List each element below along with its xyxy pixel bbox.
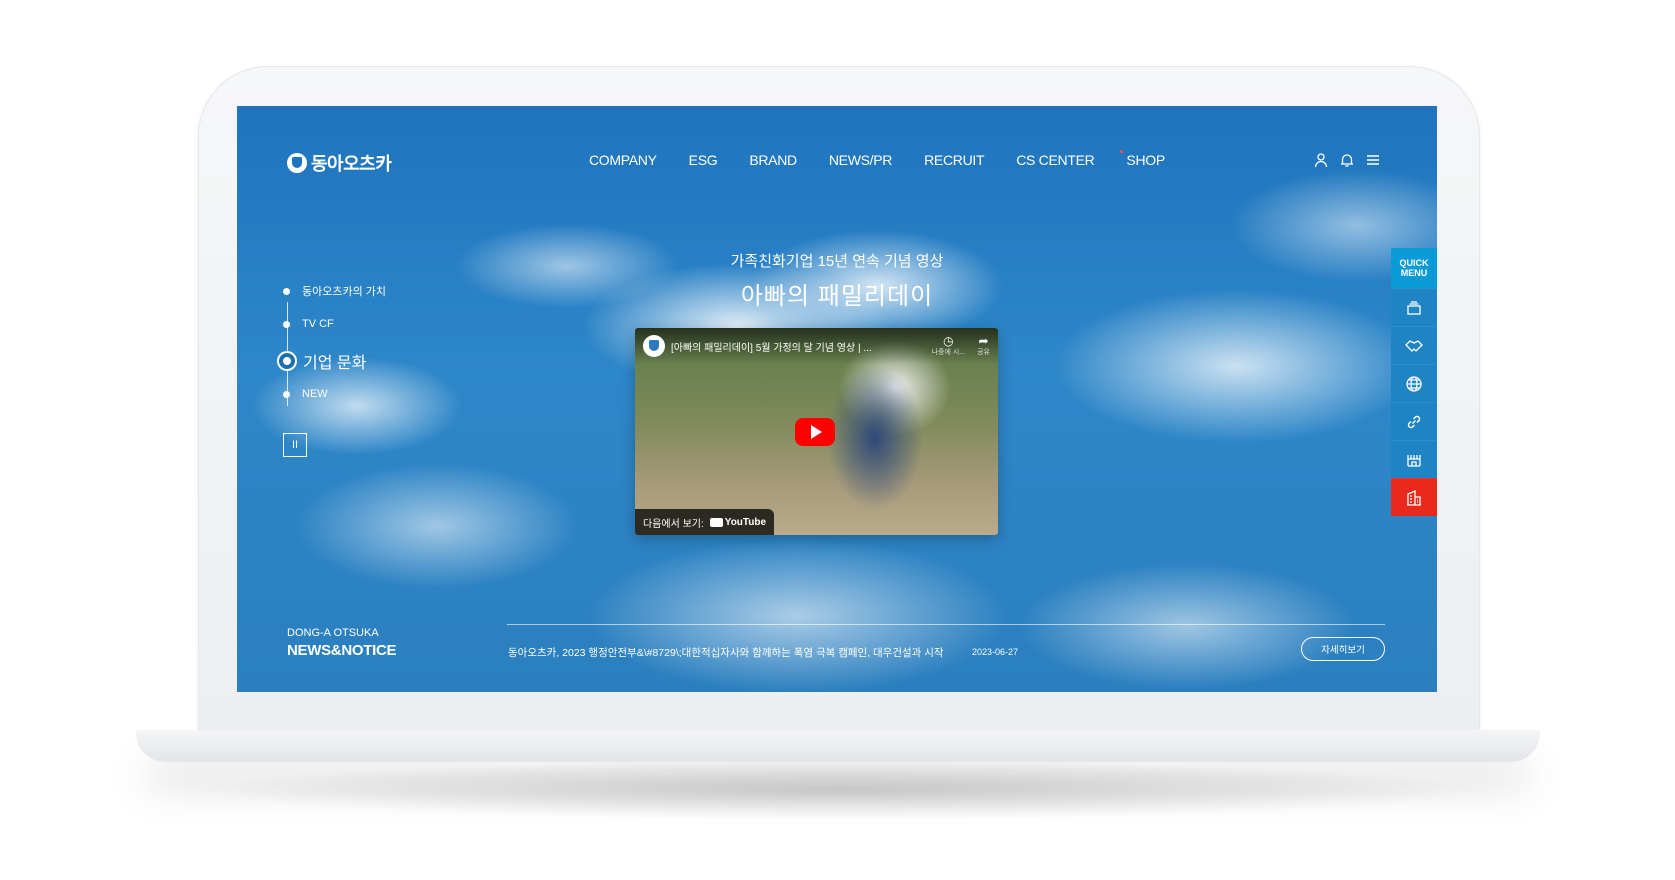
watch-on-youtube[interactable]: 다음에서 보기: YouTube — [635, 509, 775, 535]
laptop-shadow — [180, 760, 1500, 820]
share-label: 공유 — [977, 349, 990, 356]
user-icon[interactable] — [1313, 152, 1329, 168]
logo-icon — [287, 153, 307, 173]
news-section-title: NEWS&NOTICE — [287, 642, 397, 659]
menu-icon[interactable] — [1365, 152, 1381, 168]
top-utility-icons — [1313, 152, 1381, 168]
side-nav-label: 동아오츠카의 가치 — [302, 286, 387, 298]
nav-esg[interactable]: ESG — [689, 152, 718, 168]
clock-icon: ◷ — [943, 334, 954, 348]
quick-menu: QUICK MENU — [1391, 248, 1437, 516]
logo-text: 동아오츠카 — [311, 154, 392, 174]
factory-icon[interactable] — [1391, 440, 1437, 478]
share-button[interactable]: ➦ 공유 — [977, 335, 990, 357]
quick-menu-label: QUICK MENU — [1391, 248, 1437, 288]
pause-button[interactable]: II — [283, 433, 307, 457]
youtube-player[interactable]: [아빠의 패밀리데이] 5월 가정의 달 기념 영상 | ... ◷ 나중에 시… — [635, 328, 998, 535]
watch-on-label: 다음에서 보기: — [643, 518, 704, 530]
website-screen: 동아오츠카 COMPANY ESG BRAND NEWS/PR RECRUIT … — [237, 106, 1437, 692]
news-divider — [507, 624, 1385, 625]
share-icon: ➦ — [978, 334, 989, 348]
handshake-icon[interactable] — [1391, 326, 1437, 364]
nav-brand[interactable]: BRAND — [749, 152, 797, 168]
side-nav-item-culture[interactable]: 기업 문화 — [279, 349, 367, 373]
nav-shop[interactable]: SHOP — [1120, 150, 1165, 168]
side-nav-dot — [283, 320, 290, 328]
youtube-play-icon — [709, 517, 723, 527]
main-nav: COMPANY ESG BRAND NEWS/PR RECRUIT CS CEN… — [589, 150, 1197, 168]
side-nav-dot-active — [279, 353, 295, 369]
channel-avatar[interactable] — [643, 335, 665, 357]
watch-later-button[interactable]: ◷ 나중에 시... — [932, 335, 966, 357]
nav-recruit[interactable]: RECRUIT — [924, 152, 984, 168]
hero-title: 아빠의 패밀리데이 — [740, 283, 934, 310]
watch-later-label: 나중에 시... — [931, 349, 966, 356]
side-nav-item-tvcf[interactable]: TV CF — [283, 318, 334, 330]
brand-logo[interactable]: 동아오츠카 — [287, 150, 392, 176]
nav-cs-center[interactable]: CS CENTER — [1016, 152, 1095, 168]
news-date: 2023-06-27 — [972, 647, 1019, 657]
bell-icon[interactable] — [1339, 152, 1355, 168]
layers-icon[interactable] — [1391, 288, 1437, 326]
side-nav-dot — [283, 390, 290, 398]
video-title-bar: [아빠의 패밀리데이] 5월 가정의 달 기념 영상 | ... ◷ 나중에 시… — [635, 328, 998, 364]
play-button[interactable] — [795, 418, 835, 446]
news-brand-label: DONG-A OTSUKA — [287, 627, 379, 639]
side-nav-label: 기업 문화 — [303, 355, 367, 372]
side-nav-label: TV CF — [302, 318, 334, 330]
nav-company[interactable]: COMPANY — [589, 152, 657, 168]
building-icon[interactable] — [1391, 478, 1437, 516]
side-nav-item-value[interactable]: 동아오츠카의 가치 — [283, 283, 386, 299]
laptop-mockup: 동아오츠카 COMPANY ESG BRAND NEWS/PR RECRUIT … — [0, 0, 1675, 880]
side-nav-dot — [283, 287, 290, 295]
side-nav-item-new[interactable]: NEW — [283, 388, 328, 400]
globe-icon[interactable] — [1391, 364, 1437, 402]
nav-news-pr[interactable]: NEWS/PR — [829, 152, 893, 168]
side-nav-label: NEW — [302, 388, 328, 400]
link-icon[interactable] — [1391, 402, 1437, 440]
news-headline[interactable]: 동아오츠카, 2023 행정안전부&\#8729\;대한적십자사와 함께하는 폭… — [508, 645, 944, 660]
more-button[interactable]: 자세히보기 — [1301, 637, 1385, 661]
hero-subtitle: 가족친화기업 15년 연속 기념 영상 — [730, 253, 944, 270]
youtube-logo: YouTube — [709, 517, 766, 528]
video-title[interactable]: [아빠의 패밀리데이] 5월 가정의 달 기념 영상 | ... — [671, 339, 920, 354]
laptop-base — [136, 730, 1540, 762]
